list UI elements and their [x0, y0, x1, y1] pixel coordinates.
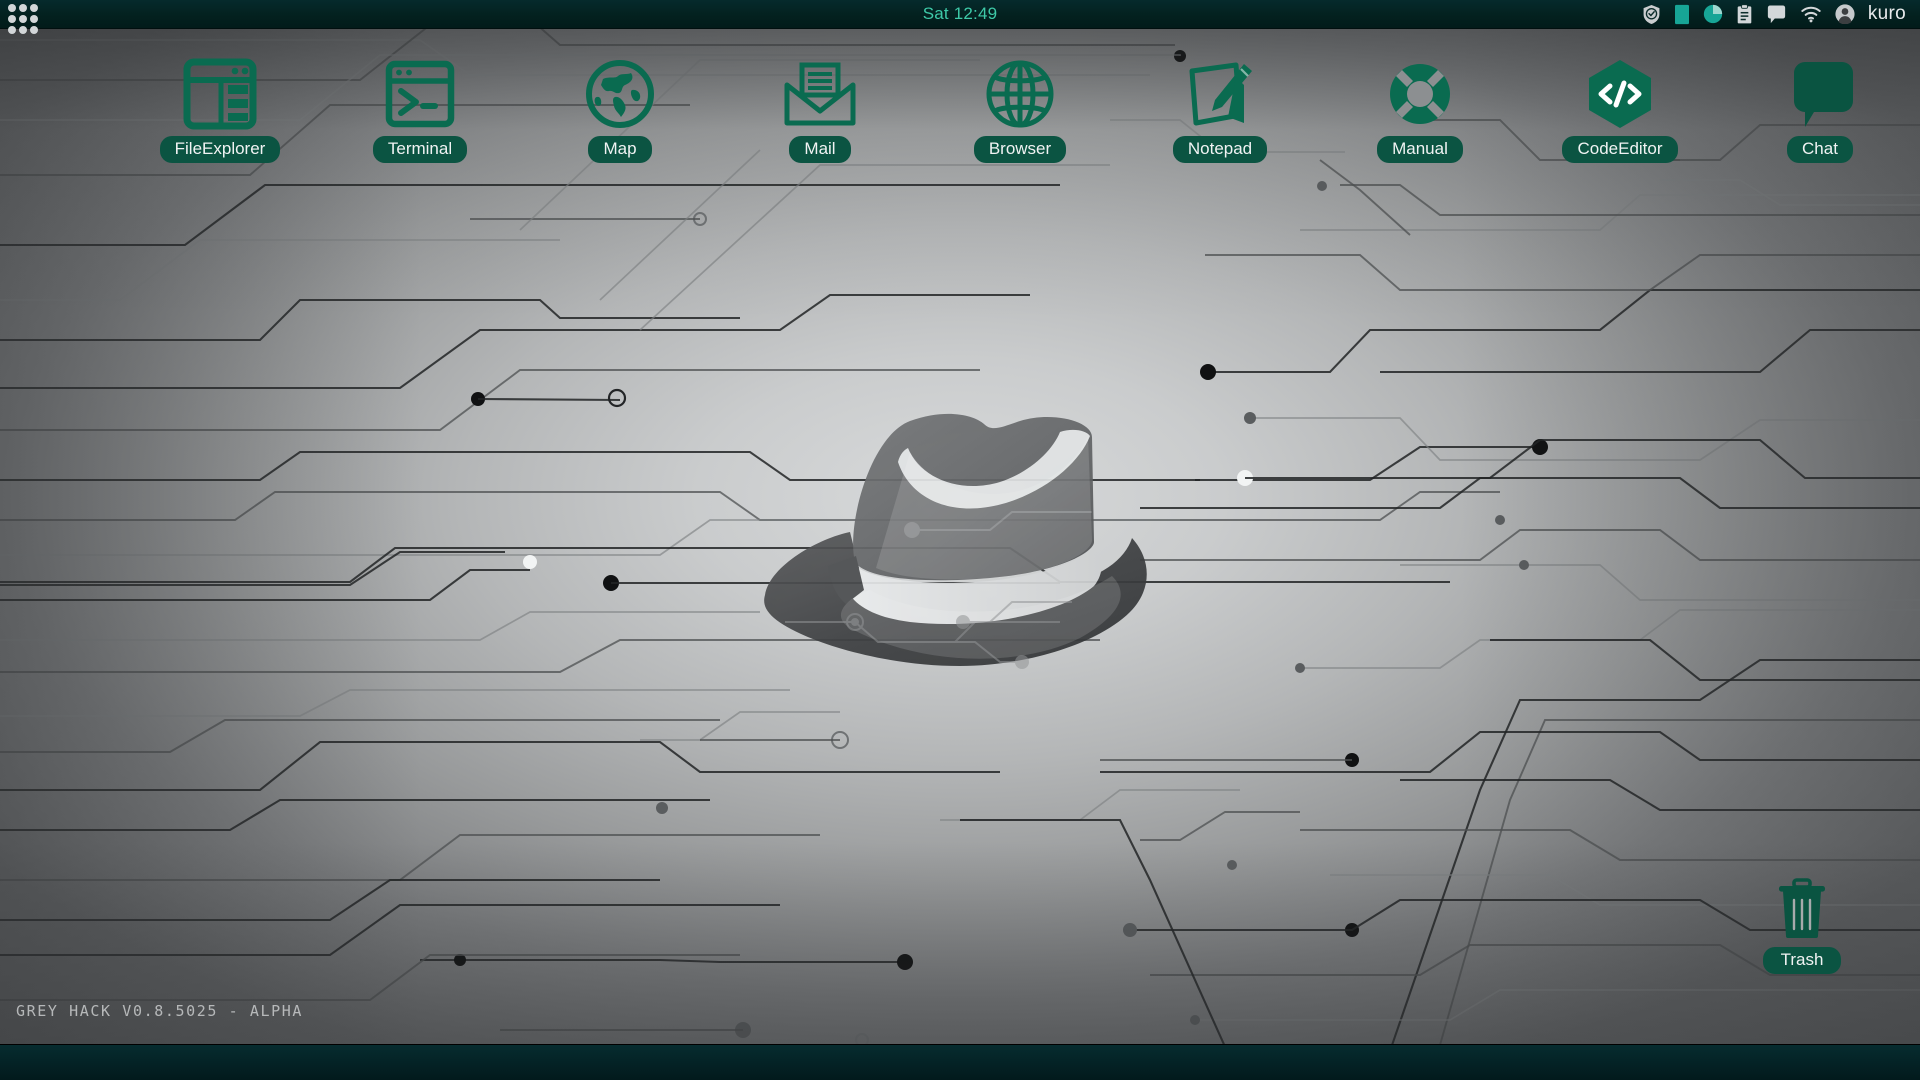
desktop-screen: .tr-d { fill:none; stroke:#222426; strok…: [0, 0, 1920, 1080]
desktop-icon-grid: FileExplorer Terminal Map Mail Browser N…: [0, 55, 1920, 185]
user-avatar-icon[interactable]: [1835, 4, 1855, 24]
desktop-icon-label: Terminal: [372, 136, 468, 163]
clock: Sat 12:49: [922, 4, 998, 23]
wifi-icon[interactable]: [1800, 5, 1822, 23]
lifebuoy-icon: [1385, 55, 1455, 133]
desktop-icon-manual[interactable]: Manual: [1345, 55, 1495, 163]
desktop-icon-chat[interactable]: Chat: [1745, 55, 1895, 163]
top-bar: Sat 12:49 kuro: [0, 0, 1920, 34]
desktop-icon-map[interactable]: Map: [545, 55, 695, 163]
taskbar[interactable]: [0, 1044, 1920, 1080]
desktop-icon-label: Trash: [1762, 947, 1842, 974]
clipboard-icon[interactable]: [1736, 3, 1753, 25]
desktop-icon-codeeditor[interactable]: CodeEditor: [1545, 55, 1695, 163]
speech-bubble-icon: [1784, 55, 1856, 133]
code-hexagon-icon: [1585, 55, 1655, 133]
file-explorer-icon: [183, 55, 257, 133]
shield-check-icon[interactable]: [1642, 4, 1661, 25]
pie-chart-icon[interactable]: [1703, 4, 1723, 24]
version-label: GREY HACK V0.8.5025 - ALPHA: [16, 1002, 304, 1020]
desktop-icon-label: Notepad: [1172, 136, 1268, 163]
map-globe-icon: [585, 55, 655, 133]
grid-menu-icon[interactable]: [0, 0, 44, 34]
username-label[interactable]: kuro: [1868, 3, 1906, 25]
desktop-icon-label: FileExplorer: [159, 136, 281, 163]
desktop-icon-label: Manual: [1377, 136, 1463, 163]
desktop-icon-trash[interactable]: Trash: [1742, 878, 1862, 974]
trash-can-icon: [1775, 878, 1829, 945]
browser-globe-icon: [985, 55, 1055, 133]
grey-hat-logo: [764, 413, 1147, 669]
desktop-icon-fileexplorer[interactable]: FileExplorer: [145, 55, 295, 163]
system-tray: kuro: [1642, 0, 1920, 29]
desktop-icon-label: Mail: [789, 136, 851, 163]
desktop-icon-label: Map: [588, 136, 652, 163]
desktop-icon-mail[interactable]: Mail: [745, 55, 895, 163]
terminal-icon: [385, 55, 455, 133]
chat-bubble-icon[interactable]: [1766, 5, 1787, 24]
battery-icon[interactable]: [1674, 4, 1690, 25]
desktop-icon-label: Chat: [1787, 136, 1853, 163]
desktop-icon-terminal[interactable]: Terminal: [345, 55, 495, 163]
desktop-icon-browser[interactable]: Browser: [945, 55, 1095, 163]
desktop-icon-notepad[interactable]: Notepad: [1145, 55, 1295, 163]
desktop-icon-label: CodeEditor: [1562, 136, 1678, 163]
notepad-pencil-icon: [1184, 55, 1256, 133]
mail-envelope-icon: [782, 55, 858, 133]
desktop-icon-label: Browser: [973, 136, 1067, 163]
